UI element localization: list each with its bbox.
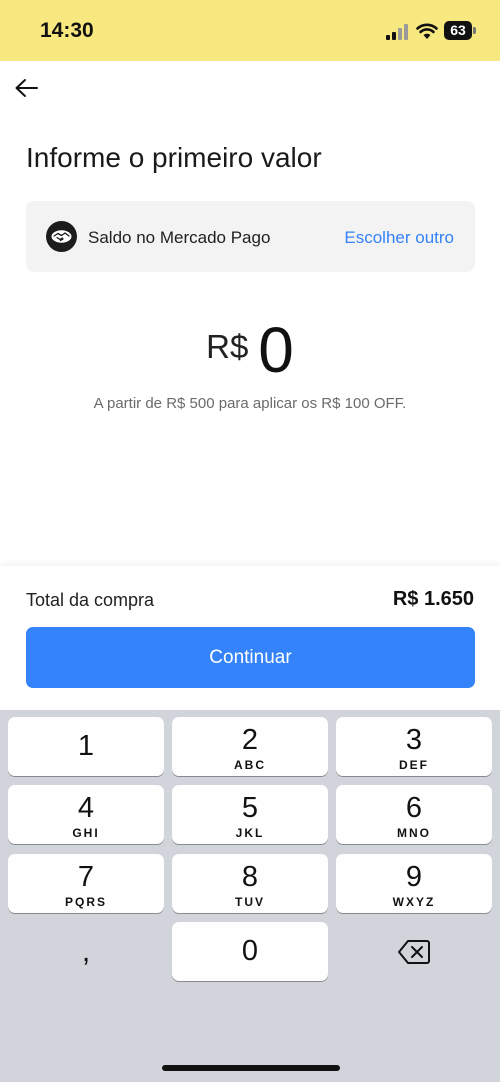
key-letters: TUV [235,895,265,909]
choose-other-link[interactable]: Escolher outro [344,228,454,248]
payment-method-card: Saldo no Mercado Pago Escolher outro [26,201,475,272]
key-5[interactable]: 5 JKL [172,785,328,844]
total-label: Total da compra [26,590,155,610]
cellular-signal-icon [386,24,408,40]
total-value: R$ 1.650 [392,588,474,610]
key-letters: ABC [234,758,266,772]
key-8[interactable]: 8 TUV [172,854,328,913]
key-letters: PQRS [64,895,107,909]
key-6[interactable]: 6 MNO [336,785,492,844]
battery-level: 63 [444,21,472,40]
delete-key[interactable] [336,922,492,981]
numeric-keyboard: 1 2 ABC 3 DEF 4 GHI 5 JKL 6 MNO 7 PQRS 8… [0,710,500,1082]
amount-value[interactable]: 0 [258,318,294,382]
arrow-left-icon [15,79,38,97]
status-bar: 14:30 63 [0,0,500,61]
key-1[interactable]: 1 [8,717,164,776]
payment-method-label: Saldo no Mercado Pago [88,228,271,247]
key-4[interactable]: 4 GHI [8,785,164,844]
key-letters: JKL [235,826,265,840]
key-7[interactable]: 7 PQRS [8,854,164,913]
key-letters: WXYZ [392,895,436,909]
battery-icon: 63 [444,21,476,40]
amount-display: R$ 0 [0,318,500,388]
minimum-amount-hint: A partir de R$ 500 para aplicar os R$ 10… [93,395,407,412]
continue-button[interactable]: Continuar [26,627,475,688]
currency-symbol: R$ [206,328,249,365]
key-letters: DEF [399,758,429,772]
page-title: Informe o primeiro valor [26,142,322,173]
key-letters: GHI [72,826,100,840]
key-digit: 6 [405,792,423,824]
battery-cap [473,27,476,34]
purchase-footer: Total da compra R$ 1.650 Continuar [0,566,500,710]
key-digit: 4 [77,792,95,824]
home-indicator[interactable] [162,1065,340,1071]
key-digit: 3 [405,724,423,756]
key-letters: MNO [397,826,431,840]
key-2[interactable]: 2 ABC [172,717,328,776]
key-9[interactable]: 9 WXYZ [336,854,492,913]
key-digit: 1 [77,730,95,762]
key-digit: 7 [77,861,95,893]
back-button[interactable] [12,74,42,104]
key-digit: 0 [241,935,259,967]
key-digit: 9 [405,861,423,893]
comma-label: , [81,935,91,968]
mercado-pago-handshake-icon [46,221,77,252]
key-digit: 2 [241,724,259,756]
key-digit: 8 [241,861,259,893]
backspace-icon [398,940,430,964]
key-comma[interactable]: , [8,922,164,981]
key-0[interactable]: 0 [172,922,328,981]
wifi-icon [416,23,438,39]
status-time: 14:30 [40,19,94,42]
key-digit: 5 [241,792,259,824]
key-3[interactable]: 3 DEF [336,717,492,776]
